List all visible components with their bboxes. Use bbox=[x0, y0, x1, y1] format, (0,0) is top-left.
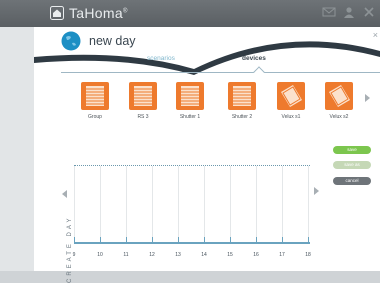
left-sidebar bbox=[0, 27, 34, 271]
device-group[interactable]: Group bbox=[70, 82, 120, 120]
dialog-close-button[interactable]: × bbox=[373, 30, 378, 40]
mail-icon[interactable] bbox=[322, 5, 336, 19]
hour-gridline bbox=[282, 166, 283, 242]
dialog-title: new day bbox=[89, 34, 136, 48]
hour-label: 13 bbox=[175, 252, 181, 258]
hour-tick bbox=[152, 237, 153, 242]
hour-label: 11 bbox=[123, 252, 129, 258]
hour-gridline bbox=[74, 166, 75, 242]
shutter-icon bbox=[81, 82, 109, 110]
app-name: TaHoma® bbox=[69, 5, 128, 21]
create-day-label: CREATE DAY bbox=[67, 215, 73, 283]
device-shutter-1[interactable]: Shutter 1 bbox=[165, 82, 215, 120]
shutter-icon bbox=[228, 82, 256, 110]
hour-gridline bbox=[230, 166, 231, 242]
device-label: Shutter 2 bbox=[231, 114, 253, 120]
timeline-axis bbox=[74, 242, 310, 244]
hour-tick bbox=[100, 237, 101, 242]
timeline-next-arrow[interactable] bbox=[314, 187, 319, 195]
device-label: Velux s1 bbox=[281, 114, 301, 120]
hour-gridline bbox=[204, 166, 205, 242]
close-icon[interactable] bbox=[362, 5, 376, 19]
hour-label: 16 bbox=[253, 252, 259, 258]
shutter-icon bbox=[129, 82, 157, 110]
hour-gridline bbox=[100, 166, 101, 242]
hour-label: 10 bbox=[97, 252, 103, 258]
hour-label: 9 bbox=[72, 252, 76, 258]
device-velux-s2[interactable]: Velux s2 bbox=[314, 82, 364, 120]
save-button[interactable]: save bbox=[333, 146, 371, 154]
tab-bar: scenarios devices bbox=[34, 55, 380, 69]
device-label: Velux s2 bbox=[329, 114, 349, 120]
tab-scenarios[interactable]: scenarios bbox=[147, 55, 175, 62]
hour-gridline bbox=[256, 166, 257, 242]
device-label: RS 3 bbox=[137, 114, 149, 120]
hour-tick bbox=[256, 237, 257, 242]
hour-gridline bbox=[308, 166, 309, 242]
hour-tick bbox=[178, 237, 179, 242]
hour-label: 12 bbox=[149, 252, 155, 258]
device-shutter-2[interactable]: Shutter 2 bbox=[217, 82, 267, 120]
hour-gridline bbox=[152, 166, 153, 242]
day-timeline[interactable]: 9 10 11 12 13 14 15 16 17 18 bbox=[73, 165, 311, 258]
device-label: Group bbox=[88, 114, 102, 120]
timeline-top-line bbox=[74, 165, 310, 167]
create-day-dialog: new day × scenarios devices Group RS 3 S… bbox=[34, 27, 380, 283]
brand: TaHoma® bbox=[50, 4, 128, 22]
timeline-prev-arrow[interactable] bbox=[62, 190, 67, 198]
user-icon[interactable] bbox=[342, 5, 356, 19]
hour-label: 17 bbox=[279, 252, 285, 258]
roof-window-icon bbox=[277, 82, 305, 110]
hour-label: 15 bbox=[227, 252, 233, 258]
tab-devices[interactable]: devices bbox=[242, 55, 266, 62]
house-icon bbox=[50, 6, 64, 20]
hour-tick bbox=[204, 237, 205, 242]
device-velux-s1[interactable]: Velux s1 bbox=[266, 82, 316, 120]
top-bar: TaHoma® bbox=[0, 0, 380, 27]
hour-tick bbox=[126, 237, 127, 242]
hour-tick bbox=[308, 237, 309, 242]
device-label: Shutter 1 bbox=[179, 114, 201, 120]
roof-window-icon bbox=[325, 82, 353, 110]
hour-tick bbox=[230, 237, 231, 242]
hour-gridline bbox=[126, 166, 127, 242]
hour-gridline bbox=[178, 166, 179, 242]
cancel-button[interactable]: cancel bbox=[333, 177, 371, 185]
hour-label: 14 bbox=[201, 252, 207, 258]
devices-next-arrow[interactable] bbox=[365, 94, 370, 102]
globe-icon bbox=[61, 31, 81, 51]
save-as-button[interactable]: save as bbox=[333, 161, 371, 169]
device-rs3[interactable]: RS 3 bbox=[118, 82, 168, 120]
shutter-icon bbox=[176, 82, 204, 110]
hour-tick bbox=[74, 237, 75, 242]
hour-tick bbox=[282, 237, 283, 242]
hour-label: 18 bbox=[305, 252, 311, 258]
tab-underline bbox=[61, 72, 380, 73]
